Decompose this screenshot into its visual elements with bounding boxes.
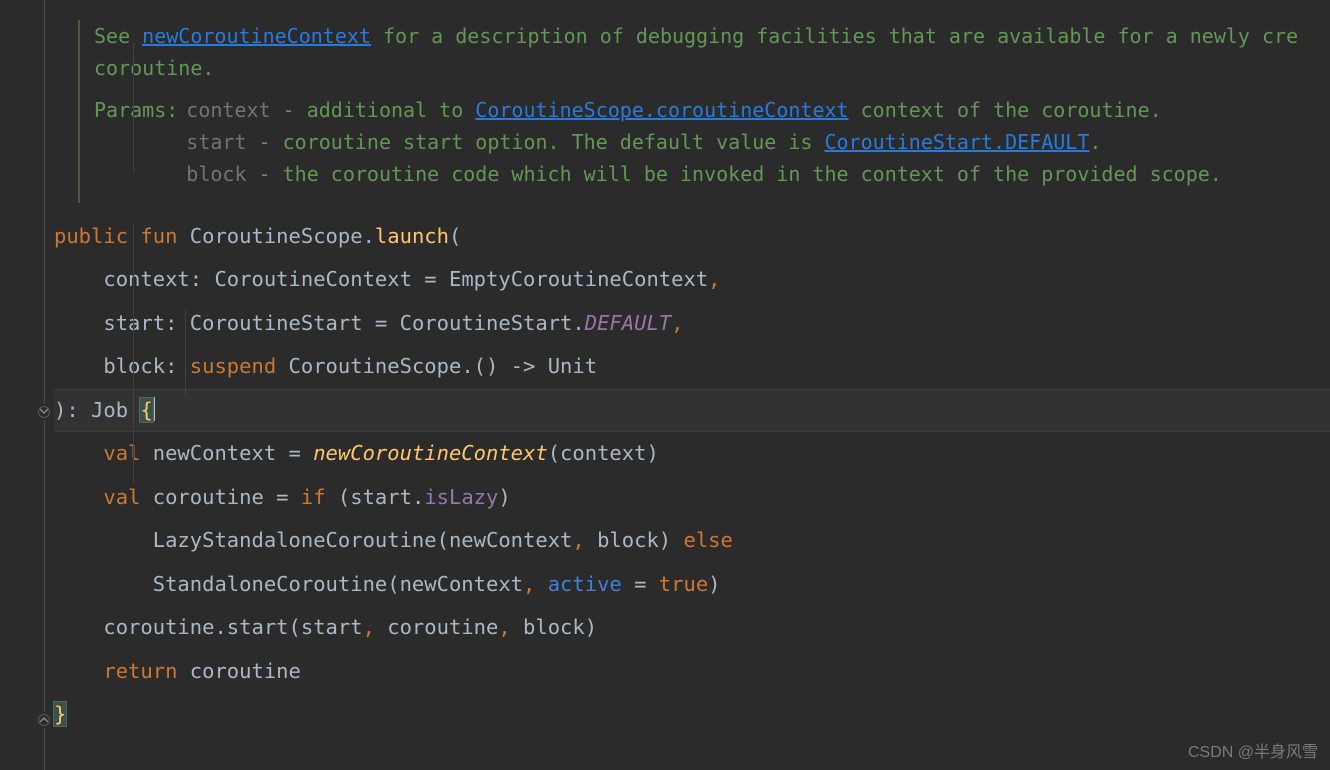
code-return: return coroutine: [54, 650, 1330, 693]
doc-see-suffix: for a description of debugging facilitie…: [371, 24, 1298, 48]
doc-param-start: start - coroutine start option. The defa…: [186, 126, 1222, 158]
doc-param-block: block - the coroutine code which will be…: [186, 158, 1222, 190]
code-param-start: start: CoroutineStart = CoroutineStart.D…: [54, 302, 1330, 345]
doc-link-coroutineContext[interactable]: CoroutineScope.coroutineContext: [475, 98, 848, 122]
doc-see-line2: coroutine.: [94, 52, 1330, 84]
doc-link-start-default[interactable]: CoroutineStart.DEFAULT: [824, 130, 1089, 154]
doc-param-context: context - additional to CoroutineScope.c…: [186, 94, 1222, 126]
code-standalone-branch: StandaloneCoroutine(newContext, active =…: [54, 563, 1330, 606]
param-name-block: block: [186, 162, 246, 186]
kdoc-block: See newCoroutineContext for a descriptio…: [54, 20, 1330, 190]
code-close-brace: }: [54, 693, 1330, 736]
param-name-context: context: [186, 98, 270, 122]
editor-content[interactable]: See newCoroutineContext for a descriptio…: [50, 0, 1330, 770]
code-coroutine-if: val coroutine = if (start.isLazy): [54, 476, 1330, 519]
doc-left-margin: [78, 20, 80, 203]
close-brace: }: [54, 702, 66, 726]
doc-see-prefix: See: [94, 24, 142, 48]
code-lazy-branch: LazyStandaloneCoroutine(newContext, bloc…: [54, 519, 1330, 562]
code-return-type-line: ): Job {: [54, 389, 1330, 432]
doc-see-line1: See newCoroutineContext for a descriptio…: [94, 20, 1330, 52]
caret: [153, 397, 155, 421]
code-param-context: context: CoroutineContext = EmptyCorouti…: [54, 258, 1330, 301]
gutter: [0, 0, 50, 770]
indent-guide: [133, 224, 134, 484]
doc-link-newCoroutineContext[interactable]: newCoroutineContext: [142, 24, 371, 48]
code-param-block: block: suspend CoroutineScope.() -> Unit: [54, 345, 1330, 388]
doc-params-label: Params:: [94, 94, 178, 126]
param-name-start: start: [186, 130, 246, 154]
code-block: public fun CoroutineScope.launch( contex…: [54, 215, 1330, 736]
indent-guide: [185, 310, 186, 395]
code-signature-open: public fun CoroutineScope.launch(: [54, 215, 1330, 258]
open-brace: {: [140, 398, 152, 422]
code-start-call: coroutine.start(start, coroutine, block): [54, 606, 1330, 649]
code-editor[interactable]: See newCoroutineContext for a descriptio…: [0, 0, 1330, 770]
indent-guide: [133, 43, 134, 173]
watermark: CSDN @半身风雪: [1188, 738, 1318, 762]
fold-guide: [44, 0, 45, 770]
code-newcontext: val newContext = newCoroutineContext(con…: [54, 432, 1330, 475]
